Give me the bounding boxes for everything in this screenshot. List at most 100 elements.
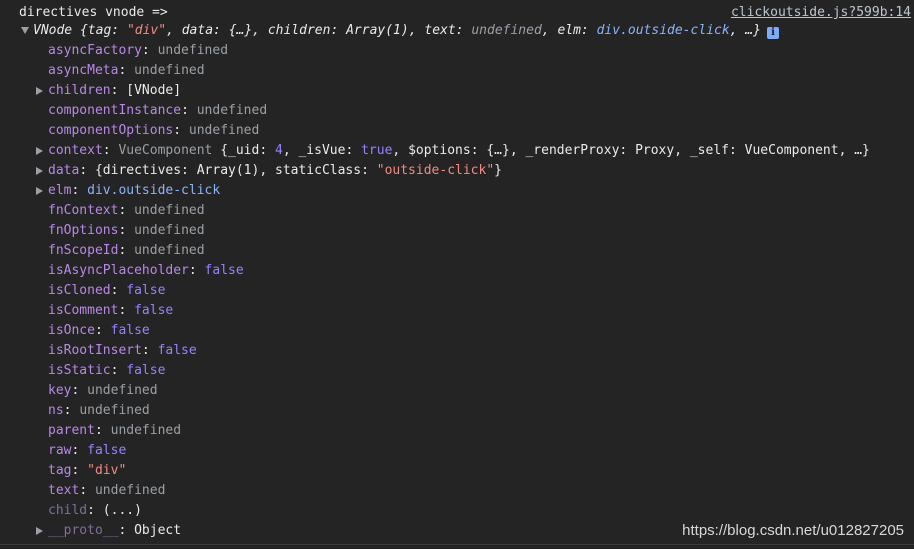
collapse-arrow-icon[interactable] bbox=[21, 27, 29, 34]
invoke-getter[interactable]: (...) bbox=[103, 503, 142, 518]
property-separator: : bbox=[102, 143, 119, 158]
summary-text-value: undefined bbox=[471, 23, 542, 38]
property-key: ns bbox=[48, 403, 64, 418]
context-part: , …} bbox=[838, 143, 870, 158]
property-separator: : bbox=[94, 423, 111, 438]
property-value: undefined bbox=[196, 103, 268, 118]
summary-label: VNode bbox=[33, 23, 73, 38]
context-part: , _self: bbox=[674, 143, 745, 158]
property-value: Object bbox=[134, 523, 182, 538]
property-key: isCloned bbox=[48, 283, 111, 298]
context-uid-value: 4 bbox=[275, 143, 283, 158]
info-icon[interactable]: i bbox=[766, 27, 779, 39]
property-row: asyncFactory: undefined bbox=[48, 41, 228, 61]
property-row-context[interactable]: context: VueComponent {_uid: 4, _isVue: … bbox=[48, 141, 870, 161]
summary-part: , data: {…}, children: bbox=[166, 23, 347, 38]
property-key: data bbox=[48, 163, 80, 178]
property-key: fnOptions bbox=[48, 223, 119, 238]
property-row: isCloned: false bbox=[48, 281, 165, 301]
property-key: fnContext bbox=[48, 203, 119, 218]
property-value: false bbox=[110, 323, 150, 338]
property-key: text bbox=[48, 483, 80, 498]
property-key: isAsyncPlaceholder bbox=[48, 263, 189, 278]
property-value: undefined bbox=[157, 43, 229, 58]
property-row: fnContext: undefined bbox=[48, 201, 205, 221]
property-separator: : bbox=[94, 323, 111, 338]
property-row: text: undefined bbox=[48, 481, 165, 501]
property-key: asyncMeta bbox=[48, 63, 119, 78]
property-key: context bbox=[48, 143, 103, 158]
property-row-getter[interactable]: child: (...) bbox=[48, 501, 142, 521]
context-self-value: VueComponent bbox=[744, 143, 839, 158]
property-separator: : bbox=[118, 243, 135, 258]
property-row: asyncMeta: undefined bbox=[48, 61, 205, 81]
property-key: asyncFactory bbox=[48, 43, 142, 58]
property-key: isComment bbox=[48, 303, 119, 318]
property-value: undefined bbox=[134, 243, 205, 258]
property-separator: : bbox=[110, 83, 127, 98]
property-row-data[interactable]: data: {directives: Array(1), staticClass… bbox=[48, 161, 502, 181]
property-value: false bbox=[157, 343, 197, 358]
property-value: false bbox=[126, 283, 166, 298]
context-part: {_uid: bbox=[220, 143, 275, 158]
property-separator: : bbox=[79, 483, 95, 498]
property-row-children[interactable]: children: [VNode] bbox=[48, 81, 181, 101]
property-row: fnOptions: undefined bbox=[48, 221, 205, 241]
property-key: __proto__ bbox=[48, 523, 119, 538]
property-separator: : bbox=[71, 183, 88, 198]
property-row: isStatic: false bbox=[48, 361, 165, 381]
property-value: [VNode] bbox=[126, 83, 182, 98]
property-separator: : bbox=[118, 523, 135, 538]
property-value: false bbox=[87, 443, 127, 458]
property-separator: : bbox=[173, 123, 189, 138]
property-row: isOnce: false bbox=[48, 321, 150, 341]
property-row: isAsyncPlaceholder: false bbox=[48, 261, 244, 281]
property-row-proto[interactable]: __proto__: Object bbox=[48, 521, 181, 541]
property-row: fnScopeId: undefined bbox=[48, 241, 205, 261]
property-separator: : bbox=[181, 103, 197, 118]
expand-arrow-icon[interactable] bbox=[36, 527, 43, 535]
summary-elm-value: div.outside-click bbox=[596, 23, 730, 38]
property-separator: : bbox=[118, 303, 135, 318]
console-log-message: directives vnode => bbox=[19, 3, 168, 23]
data-part: , staticClass: bbox=[259, 163, 377, 178]
property-key: componentOptions bbox=[48, 123, 174, 138]
expand-arrow-icon[interactable] bbox=[36, 147, 43, 155]
expand-arrow-icon[interactable] bbox=[36, 167, 43, 175]
property-key: componentInstance bbox=[48, 103, 182, 118]
property-key: key bbox=[48, 383, 72, 398]
expand-arrow-icon[interactable] bbox=[36, 187, 43, 195]
property-row: componentInstance: undefined bbox=[48, 101, 267, 121]
property-row: raw: false bbox=[48, 441, 126, 461]
property-value: undefined bbox=[87, 383, 158, 398]
property-key: fnScopeId bbox=[48, 243, 119, 258]
expand-arrow-icon[interactable] bbox=[36, 87, 43, 95]
property-separator: : bbox=[71, 443, 88, 458]
vnode-summary[interactable]: VNode {tag: "div", data: {…}, children: … bbox=[33, 21, 779, 41]
property-value: undefined bbox=[94, 483, 166, 498]
property-value: "div" bbox=[87, 463, 127, 478]
property-row: isRootInsert: false bbox=[48, 341, 197, 361]
property-key: elm bbox=[48, 183, 72, 198]
source-link[interactable]: clickoutside.js?599b:14 bbox=[731, 3, 911, 23]
property-value: false bbox=[134, 303, 174, 318]
property-key: parent bbox=[48, 423, 95, 438]
property-value: undefined bbox=[134, 63, 205, 78]
property-separator: : bbox=[118, 223, 135, 238]
summary-part: {tag: bbox=[72, 23, 127, 38]
summary-children-value: Array(1) bbox=[346, 23, 409, 38]
property-row: parent: undefined bbox=[48, 421, 181, 441]
property-value: undefined bbox=[110, 423, 182, 438]
property-separator: : bbox=[188, 263, 205, 278]
log-message-text: directives vnode => bbox=[19, 5, 168, 20]
property-separator: : bbox=[71, 383, 88, 398]
property-value: undefined bbox=[188, 123, 260, 138]
data-part: } bbox=[494, 163, 502, 178]
property-separator: : bbox=[87, 503, 103, 518]
property-row: tag: "div" bbox=[48, 461, 126, 481]
context-part: , $options: {…}, _renderProxy: bbox=[392, 143, 636, 158]
property-row-elm[interactable]: elm: div.outside-click bbox=[48, 181, 220, 201]
property-separator: : bbox=[118, 203, 135, 218]
property-row: key: undefined bbox=[48, 381, 158, 401]
property-key: tag bbox=[48, 463, 72, 478]
